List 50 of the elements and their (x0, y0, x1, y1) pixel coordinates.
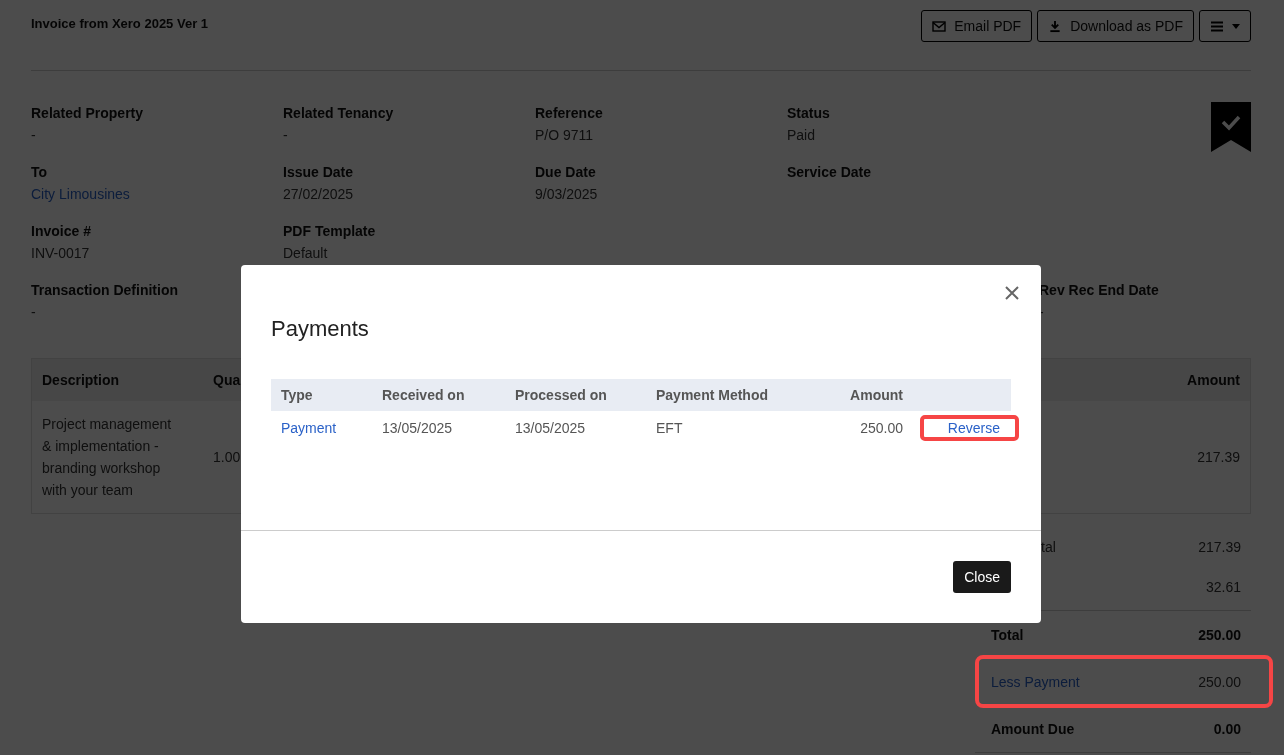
column-header: Type (280, 387, 314, 403)
column-header: Qua (213, 372, 242, 388)
dialog-title: Payments (271, 316, 370, 342)
field-label: Issue Date (283, 163, 355, 182)
column-header: Amount (1186, 372, 1241, 388)
field-label: Status (787, 104, 831, 123)
field-value: - (283, 126, 289, 145)
total-value: 250.00 (1198, 673, 1241, 690)
field-value: 9/03/2025 (535, 185, 599, 204)
field-label: Due Date (535, 163, 597, 182)
field-label: Reference (535, 104, 604, 123)
field-value: - (31, 126, 37, 145)
total-value: 0.00 (1213, 720, 1241, 737)
table-cell-text: Project management & implementation - branding workshop with your team (41, 415, 173, 500)
close-icon[interactable] (1005, 286, 1019, 300)
total-label: Total (991, 626, 1024, 643)
column-header: Processed on (515, 387, 608, 403)
table-cell-text: 1.00 (213, 448, 242, 467)
total-label: tal (1040, 539, 1056, 555)
invoice-title: Invoice from Xero 2025 Ver 1 (31, 16, 209, 31)
table-cell-text: 217.39 (1196, 448, 1241, 467)
total-value: 250.00 (1198, 626, 1241, 643)
field-value: 27/02/2025 (283, 185, 355, 204)
field-value: - (31, 303, 37, 322)
close-button[interactable]: Close (953, 561, 1011, 593)
column-header: Description (41, 372, 120, 388)
reverse-link[interactable]: Reverse (919, 415, 1019, 441)
table-cell-text: 13/05/2025 (382, 420, 454, 436)
field-label: To (31, 163, 49, 182)
field-value: Paid (787, 126, 817, 145)
field-label: Transaction Definition (31, 281, 179, 300)
total-value: 217.39 (1198, 539, 1241, 555)
field-value: INV-0017 (31, 244, 91, 263)
field-label: Invoice # (31, 222, 92, 241)
table-cell-text: 250.00 (859, 420, 903, 436)
column-header: Amount (849, 387, 903, 403)
field-label: Related Property (31, 104, 145, 123)
total-value: 32.61 (1205, 579, 1241, 595)
payment-link[interactable]: Payment (271, 420, 382, 436)
field-value: Default (283, 244, 329, 263)
column-header: Payment Method (656, 387, 769, 403)
field-value: P/O 9711 (535, 126, 595, 145)
field-value: - (1039, 303, 1045, 322)
total-label: Amount Due (991, 720, 1075, 737)
field-label: Related Tenancy (283, 104, 395, 123)
field-label: Service Date (787, 163, 873, 182)
table-cell-text: EFT (656, 420, 684, 436)
field-label: PDF Template (283, 222, 377, 241)
table-cell-text: 13/05/2025 (515, 420, 587, 436)
column-header: Received on (382, 387, 466, 403)
